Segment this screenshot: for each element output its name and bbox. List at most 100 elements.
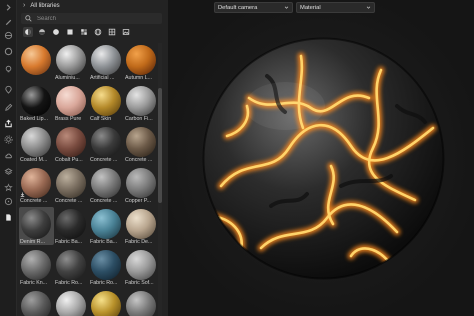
material-tile[interactable]: Fabric Sof... — [124, 248, 159, 286]
material-label: Cobalt Pu... — [55, 157, 83, 163]
material-tile[interactable]: Fabric De... — [124, 207, 159, 245]
material-tile[interactable]: Concrete ... — [54, 166, 89, 204]
material-tile[interactable]: Cobalt Pu... — [54, 125, 89, 163]
material-label: Concrete ... — [55, 198, 83, 204]
material-swatch — [56, 127, 86, 157]
material-tile[interactable]: Fabric Su... — [19, 289, 54, 316]
tool-button-star[interactable] — [3, 182, 14, 193]
material-label: Fabric Sof... — [125, 280, 154, 286]
all-materials-icon — [25, 29, 31, 35]
filter-sphere-wire[interactable] — [93, 27, 103, 37]
material-tile[interactable]: Fabric Ro... — [54, 248, 89, 286]
material-tile[interactable]: Concrete ... — [89, 166, 124, 204]
scrollbar-thumb[interactable] — [158, 88, 162, 203]
material-tile[interactable]: Brass Pure — [54, 84, 89, 122]
material-label: Artificial ... — [90, 75, 115, 81]
material-tile[interactable]: Copper P... — [124, 166, 159, 204]
material-tile[interactable]: Coated M... — [19, 125, 54, 163]
material-label: Denim R... — [20, 239, 46, 245]
material-swatch — [91, 168, 121, 198]
tool-button-circle[interactable] — [3, 46, 14, 57]
export-icon — [5, 119, 12, 128]
material-label: Fabric Ro... — [90, 280, 118, 286]
material-tile[interactable]: Fabric Ro... — [89, 248, 124, 286]
material-tile[interactable]: Aluminiu... — [54, 43, 89, 81]
tool-button-bulb[interactable] — [3, 64, 14, 75]
material-tile[interactable]: Fabric Ba... — [89, 207, 124, 245]
display-mode-dropdown[interactable]: Material — [296, 2, 375, 13]
filter-all-materials[interactable] — [23, 27, 33, 37]
tool-button-chevron-right[interactable] — [3, 2, 14, 13]
tool-button-brush[interactable] — [3, 16, 14, 27]
material-swatch — [21, 86, 51, 116]
sphere-wire-icon — [94, 28, 102, 36]
material-tile[interactable]: Gouache ... — [124, 289, 159, 316]
square-icon — [67, 29, 73, 35]
material-label: Copper P... — [125, 198, 152, 204]
search-box[interactable] — [21, 13, 162, 24]
material-label: Calf Skin — [90, 116, 112, 122]
material-tile[interactable]: Carbon Fi... — [124, 84, 159, 122]
chevron-right-icon: › — [23, 2, 26, 9]
material-swatch — [91, 209, 121, 239]
material-swatch — [91, 250, 121, 280]
tool-button-export[interactable] — [3, 118, 14, 129]
circle-icon — [4, 47, 13, 56]
material-swatch — [126, 86, 156, 116]
material-tile[interactable]: Gold Pure — [89, 289, 124, 316]
material-tile[interactable]: Calf Skin — [89, 84, 124, 122]
material-tile[interactable]: Autumn L... — [124, 43, 159, 81]
library-scrollbar[interactable] — [158, 43, 162, 316]
material-label: Fabric Ba... — [55, 239, 83, 245]
material-tile[interactable]: Concrete ... — [124, 125, 159, 163]
filter-solid-circle[interactable] — [51, 27, 61, 37]
tool-button-sphere-material[interactable] — [3, 30, 14, 41]
material-preview-sphere[interactable] — [201, 36, 446, 281]
material-tile[interactable]: Baked Lip... — [19, 84, 54, 122]
material-swatch — [91, 127, 121, 157]
material-tile[interactable]: Fabric Kn... — [19, 248, 54, 286]
pin-icon — [5, 85, 12, 94]
material-tile[interactable]: Denim R... — [19, 207, 54, 245]
solid-circle-icon — [53, 29, 59, 35]
edit-icon — [5, 103, 13, 111]
library-header[interactable]: › All libraries — [17, 0, 168, 11]
filter-color-swatch[interactable] — [79, 27, 89, 37]
tool-button-gear[interactable] — [3, 134, 14, 145]
layers-icon — [4, 168, 13, 175]
filter-bar — [23, 27, 131, 37]
filter-half-sphere[interactable] — [37, 27, 47, 37]
search-icon — [25, 15, 32, 22]
material-tile[interactable]: Footprints — [54, 289, 89, 316]
tool-strip — [0, 0, 17, 316]
material-tile[interactable] — [19, 43, 54, 81]
material-swatch — [56, 250, 86, 280]
material-swatch — [56, 86, 86, 116]
filter-image[interactable] — [121, 27, 131, 37]
material-tile[interactable]: Concrete ... — [19, 166, 54, 204]
tool-button-edit[interactable] — [3, 102, 14, 113]
material-tile[interactable]: Artificial ... — [89, 43, 124, 81]
tool-button-layers[interactable] — [3, 166, 14, 177]
bulb-icon — [5, 65, 12, 73]
tool-button-circle-dots[interactable] — [3, 196, 14, 207]
library-title: All libraries — [30, 2, 60, 9]
material-label: Fabric Ro... — [55, 280, 83, 286]
material-tile[interactable]: Fabric Ba... — [54, 207, 89, 245]
tool-button-pin[interactable] — [3, 84, 14, 95]
download-icon — [20, 192, 25, 197]
search-input[interactable] — [37, 15, 147, 22]
material-swatch — [126, 291, 156, 316]
material-label: Fabric Ba... — [90, 239, 118, 245]
material-tile[interactable]: Concrete ... — [89, 125, 124, 163]
star-icon — [4, 183, 13, 192]
filter-square[interactable] — [65, 27, 75, 37]
camera-dropdown[interactable]: Default camera — [214, 2, 293, 13]
tool-button-cloud[interactable] — [3, 150, 14, 161]
filter-grid[interactable] — [107, 27, 117, 37]
tool-button-document[interactable] — [3, 212, 14, 223]
material-swatch — [56, 168, 86, 198]
material-label: Autumn L... — [125, 75, 153, 81]
document-icon — [6, 214, 11, 221]
material-swatch — [126, 168, 156, 198]
